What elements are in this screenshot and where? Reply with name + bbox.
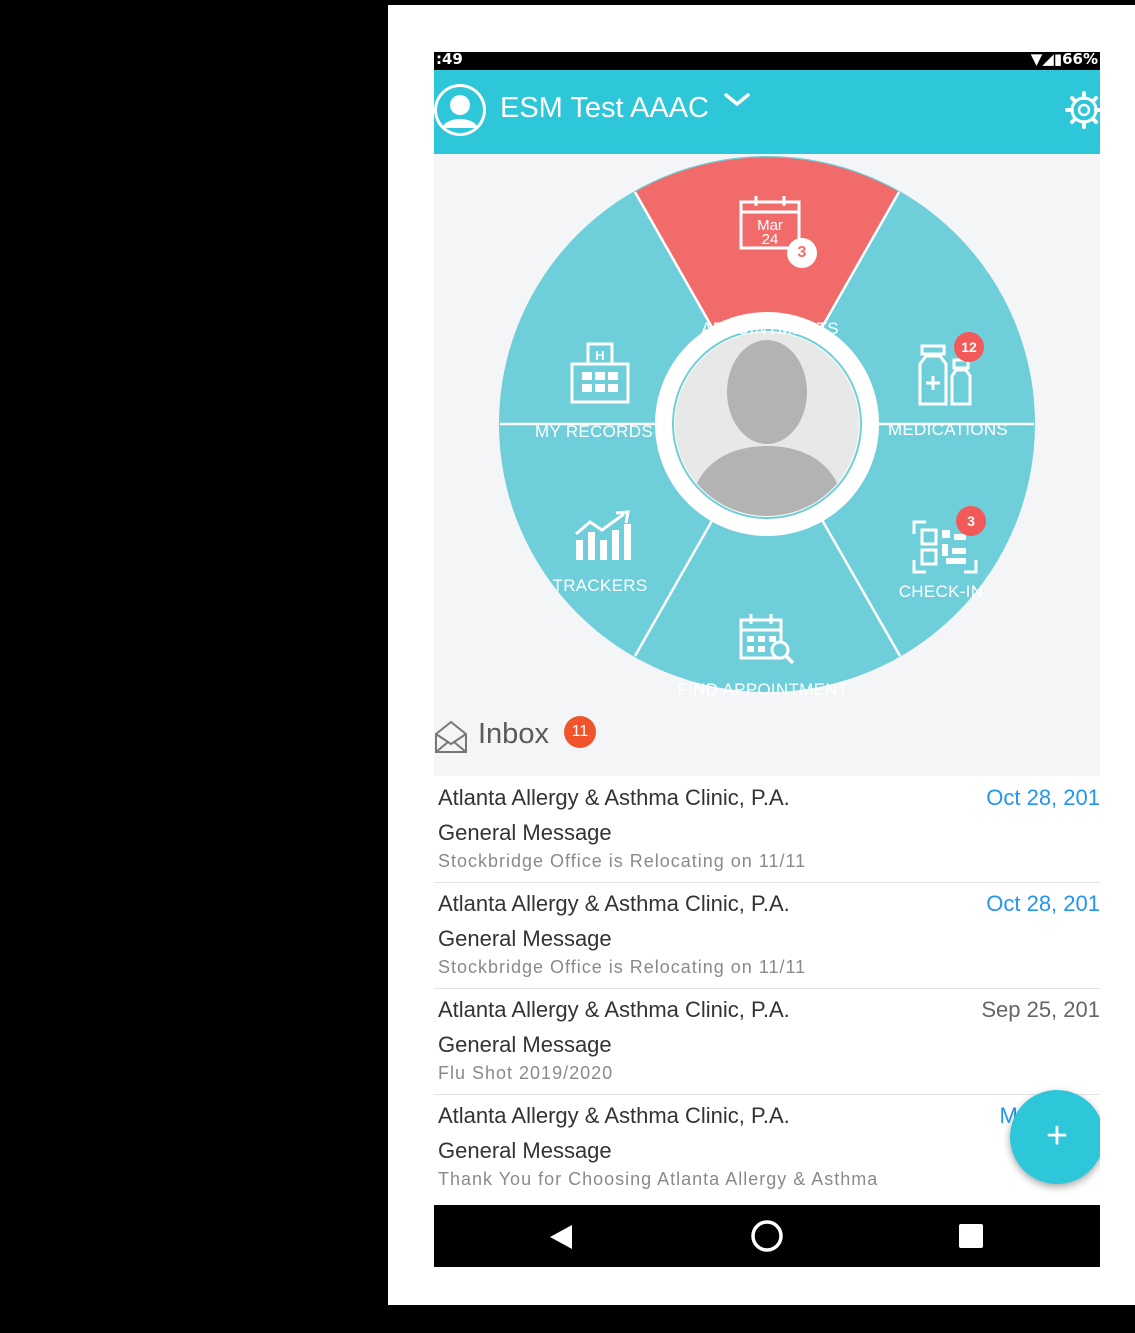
back-icon[interactable] (548, 1223, 574, 1251)
message-sender: Atlanta Allergy & Asthma Clinic, P.A. (438, 785, 790, 810)
calendar-search-icon (739, 614, 795, 665)
message-preview: Thank You for Choosing Atlanta Allergy &… (438, 1169, 879, 1189)
svg-text:24: 24 (762, 231, 779, 248)
hospital-icon: H (570, 342, 630, 404)
chevron-down-icon[interactable] (724, 92, 750, 108)
recents-icon[interactable] (958, 1223, 984, 1249)
message-list: Atlanta Allergy & Asthma Clinic, P.A. Oc… (434, 777, 1100, 1200)
message-subject: General Message (438, 820, 612, 845)
message-date: Oct 28, 201 (986, 785, 1100, 810)
inbox-header: Inbox 11 (434, 696, 1100, 776)
app-bar: ESM Test AAAC (434, 70, 1100, 154)
inbox-title: Inbox (478, 718, 549, 750)
account-title: ESM Test AAAC (500, 92, 709, 124)
segment-label-my-records[interactable]: MY RECORDS (535, 422, 653, 442)
message-row[interactable]: Atlanta Allergy & Asthma Clinic, P.A. Ma… (434, 1095, 1100, 1200)
message-row[interactable]: Atlanta Allergy & Asthma Clinic, P.A. Se… (434, 989, 1100, 1095)
dashboard-wheel: Mar 24 3 APPOINTMENTS 12 MEDICATIONS 3 C… (434, 154, 1100, 748)
gear-icon[interactable] (1064, 90, 1100, 130)
frame-shadow (388, 1305, 1135, 1333)
status-time: :49 (436, 52, 463, 68)
segment-label-trackers[interactable]: TRACKERS (553, 576, 648, 596)
message-subject: General Message (438, 1138, 612, 1163)
compose-button[interactable]: + (1010, 1090, 1100, 1184)
segment-label-medications[interactable]: MEDICATIONS (888, 420, 1008, 440)
message-sender: Atlanta Allergy & Asthma Clinic, P.A. (438, 1103, 790, 1128)
message-sender: Atlanta Allergy & Asthma Clinic, P.A. (438, 997, 790, 1022)
message-subject: General Message (438, 1032, 612, 1057)
account-selector[interactable]: ESM Test AAAC (500, 88, 709, 128)
message-sender: Atlanta Allergy & Asthma Clinic, P.A. (438, 891, 790, 916)
check-in-badge: 3 (956, 506, 986, 536)
message-row[interactable]: Atlanta Allergy & Asthma Clinic, P.A. Oc… (434, 883, 1100, 989)
medications-badge: 12 (954, 332, 984, 362)
message-date: Oct 28, 201 (986, 891, 1100, 916)
android-nav-bar (434, 1205, 1100, 1267)
message-preview: Flu Shot 2019/2020 (438, 1063, 614, 1083)
segment-label-check-in[interactable]: CHECK-IN (899, 582, 984, 602)
envelope-icon (435, 720, 467, 753)
phone-screen: :49 ▼◢▮66% ESM Test AAAC Mar 24 3 APPOIN… (434, 52, 1100, 1267)
inbox-count-badge: 11 (564, 716, 596, 748)
message-date: Sep 25, 201 (981, 997, 1100, 1022)
message-row[interactable]: Atlanta Allergy & Asthma Clinic, P.A. Oc… (434, 777, 1100, 883)
svg-text:H: H (595, 348, 604, 363)
status-bar: :49 ▼◢▮66% (434, 52, 1100, 70)
profile-avatar-icon[interactable] (434, 84, 486, 136)
appointments-badge: 3 (787, 238, 817, 268)
message-preview: Stockbridge Office is Relocating on 11/1… (438, 957, 807, 977)
home-icon[interactable] (750, 1219, 784, 1253)
chart-icon (575, 510, 631, 560)
segment-label-appointments[interactable]: APPOINTMENTS (701, 319, 839, 339)
message-preview: Stockbridge Office is Relocating on 11/1… (438, 851, 807, 871)
status-indicators: ▼◢▮66% (1030, 52, 1098, 68)
message-subject: General Message (438, 926, 612, 951)
